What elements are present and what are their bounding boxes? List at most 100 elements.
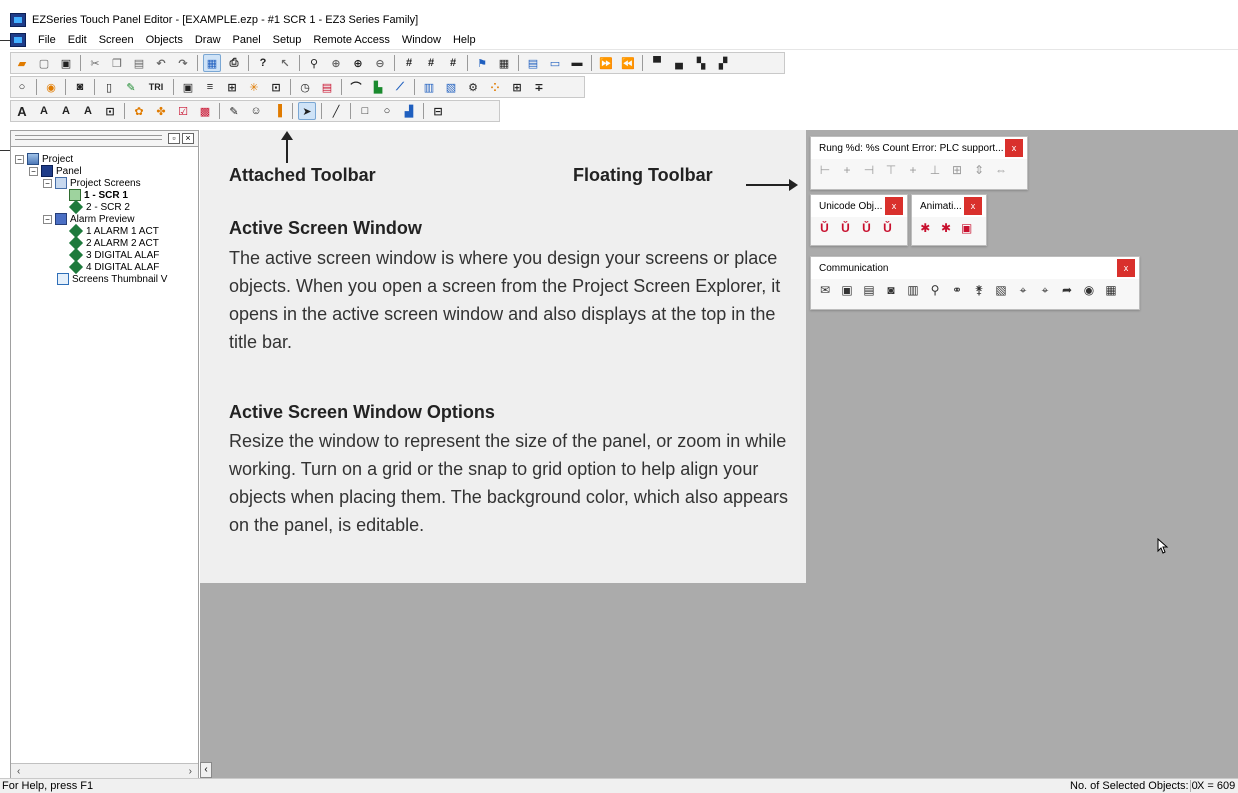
screen-view-icon[interactable]: ▦: [203, 54, 221, 72]
floating-toolbar-unicode[interactable]: Unicode Obj... x Ǔ Ǔ Ǔ Ǔ: [810, 194, 908, 246]
help-icon[interactable]: ?: [254, 54, 272, 72]
tree-item-alarm-3[interactable]: 3 DIGITAL ALAF: [68, 247, 159, 263]
restore-icon[interactable]: ▫: [168, 133, 180, 144]
workspace-scroll-left-icon[interactable]: ‹: [200, 762, 212, 778]
scroll-right-icon[interactable]: ›: [189, 766, 192, 777]
camera-alt-icon[interactable]: ⌖: [1037, 282, 1053, 298]
search-icon[interactable]: ⚲: [927, 282, 943, 298]
thumbwheel-icon[interactable]: ⊞: [223, 78, 241, 96]
menu-file[interactable]: File: [32, 34, 62, 46]
text-list-icon[interactable]: A: [57, 102, 75, 120]
list-selector-icon[interactable]: ≡: [201, 78, 219, 96]
paste-icon[interactable]: ▤: [130, 54, 148, 72]
floating-toolbar-rung[interactable]: Rung %d: %s Count Error: PLC support... …: [810, 136, 1028, 190]
animation-path-icon[interactable]: ✱: [939, 220, 954, 236]
unicode-text-icon[interactable]: Ǔ: [817, 220, 832, 236]
clock-icon[interactable]: ◷: [296, 78, 314, 96]
snap-grid-icon[interactable]: #: [444, 54, 462, 72]
align-right-icon[interactable]: ⊣: [861, 162, 877, 178]
recipe-icon[interactable]: ▥: [420, 78, 438, 96]
grid-settings-icon[interactable]: #: [422, 54, 440, 72]
scroll-left-icon[interactable]: ‹: [17, 766, 20, 777]
alarm-icon[interactable]: ⚑: [473, 54, 491, 72]
record-icon[interactable]: ◙: [883, 282, 899, 298]
rectangle-tool-icon[interactable]: □: [356, 102, 374, 120]
menu-screen[interactable]: Screen: [93, 34, 140, 46]
undo-icon[interactable]: ↶: [152, 54, 170, 72]
chat-icon[interactable]: ✉: [817, 282, 833, 298]
same-height-icon[interactable]: ⇕: [971, 162, 987, 178]
tree-item-panel[interactable]: − Panel: [29, 165, 82, 177]
select-pointer-icon[interactable]: ➤: [298, 102, 316, 120]
close-button[interactable]: x: [1117, 259, 1135, 277]
menu-objects[interactable]: Objects: [140, 34, 189, 46]
align-top-icon[interactable]: ⊤: [883, 162, 899, 178]
collapse-icon[interactable]: −: [43, 214, 52, 224]
smiley-icon[interactable]: ☺: [247, 102, 265, 120]
floating-toolbar-animation[interactable]: Animati... x ✱ ✱ ▣: [911, 194, 987, 246]
align-bottom-icon[interactable]: ⊥: [927, 162, 943, 178]
zoom-in-icon[interactable]: ⊕: [349, 54, 367, 72]
open-file-icon[interactable]: ▰: [13, 54, 31, 72]
chart-icon[interactable]: ▧: [993, 282, 1009, 298]
ungroup-icon[interactable]: ▞: [714, 54, 732, 72]
cut-icon[interactable]: ✂: [86, 54, 104, 72]
circle-object-icon[interactable]: ○: [13, 78, 31, 96]
menu-draw[interactable]: Draw: [189, 34, 227, 46]
print-icon[interactable]: ⎙: [225, 54, 243, 72]
network-icon[interactable]: ⚵: [971, 282, 987, 298]
same-size-icon[interactable]: ⊞: [949, 162, 965, 178]
collapse-icon[interactable]: −: [29, 166, 38, 176]
backward-icon[interactable]: ⏪: [619, 54, 637, 72]
unicode-entry-icon[interactable]: Ǔ: [838, 220, 853, 236]
picture-icon[interactable]: ▩: [196, 102, 214, 120]
explorer-header[interactable]: ▫ ×: [11, 131, 198, 147]
align-left-icon[interactable]: ⊢: [817, 162, 833, 178]
bitmap-button-icon[interactable]: ✤: [152, 102, 170, 120]
pointer-icon[interactable]: ➦: [1059, 282, 1075, 298]
tree-item-alarm-preview[interactable]: − Alarm Preview: [43, 213, 134, 225]
menu-edit[interactable]: Edit: [62, 34, 93, 46]
same-width-icon[interactable]: ⇔: [993, 162, 1009, 178]
chest-icon[interactable]: ▦: [1103, 282, 1119, 298]
edit-picture-icon[interactable]: ✎: [225, 102, 243, 120]
switch-icon[interactable]: ▯: [100, 78, 118, 96]
align-center-icon[interactable]: +: [839, 162, 855, 178]
tri-state-button[interactable]: TRI: [144, 78, 168, 96]
color-bars-icon[interactable]: ▐: [269, 102, 287, 120]
close-button[interactable]: x: [1005, 139, 1023, 157]
menu-window[interactable]: Window: [396, 34, 447, 46]
align-middle-icon[interactable]: +: [905, 162, 921, 178]
tree-item-screen-2[interactable]: 2 - SCR 2: [68, 199, 130, 215]
indicator-light-icon[interactable]: ◉: [42, 78, 60, 96]
tree-item-project[interactable]: − Project: [15, 153, 73, 165]
bring-front-icon[interactable]: ▀: [648, 54, 666, 72]
floating-toolbar-title[interactable]: Animati... x: [912, 195, 986, 217]
menu-remote-access[interactable]: Remote Access: [307, 34, 395, 46]
explorer-horizontal-scrollbar[interactable]: ‹ ›: [11, 763, 198, 779]
panel-settings-icon[interactable]: ⊞: [508, 78, 526, 96]
unicode-message-icon[interactable]: Ǔ: [880, 220, 895, 236]
checklist-icon[interactable]: ☑: [174, 102, 192, 120]
bitmap-icon[interactable]: ✿: [130, 102, 148, 120]
line-tool-icon[interactable]: ╱: [327, 102, 345, 120]
save-icon[interactable]: ▣: [57, 54, 75, 72]
new-file-icon[interactable]: ▢: [35, 54, 53, 72]
table-icon[interactable]: ▦: [495, 54, 513, 72]
layers-icon[interactable]: ▤: [524, 54, 542, 72]
add-icon[interactable]: ∓: [530, 78, 548, 96]
tree-item-alarm-1[interactable]: 1 ALARM 1 ACT: [68, 223, 159, 239]
bitmap-switch-icon[interactable]: ✎: [122, 78, 140, 96]
alarm-display-icon[interactable]: ▧: [442, 78, 460, 96]
group-icon[interactable]: ▚: [692, 54, 710, 72]
menu-help[interactable]: Help: [447, 34, 482, 46]
copy-icon[interactable]: ❐: [108, 54, 126, 72]
context-help-icon[interactable]: ↖: [276, 54, 294, 72]
bar-graph-icon[interactable]: ▙: [369, 78, 387, 96]
close-button[interactable]: x: [964, 197, 982, 215]
numeric-entry-icon[interactable]: ⊡: [267, 78, 285, 96]
menu-setup[interactable]: Setup: [267, 34, 308, 46]
dynamic-text-icon[interactable]: A: [35, 102, 53, 120]
format-painter-icon[interactable]: ⊟: [429, 102, 447, 120]
radio-button-icon[interactable]: ◙: [71, 78, 89, 96]
